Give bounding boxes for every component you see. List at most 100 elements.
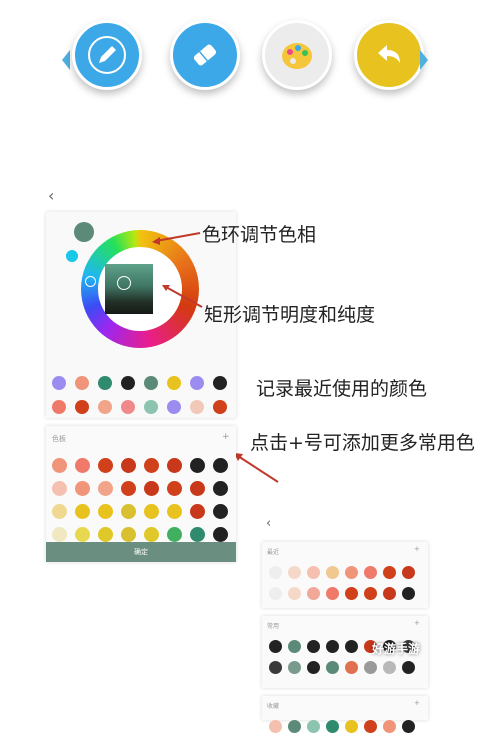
palette-color-swatch[interactable]: [52, 504, 67, 519]
palette-color-swatch[interactable]: [167, 504, 182, 519]
mini-color-swatch[interactable]: [288, 587, 301, 600]
palette-color-swatch[interactable]: [98, 504, 113, 519]
previous-color-swatch[interactable]: [66, 250, 78, 262]
pencil-tool-button[interactable]: [72, 20, 142, 90]
hue-cursor[interactable]: [85, 276, 96, 287]
mini-color-swatch[interactable]: [364, 720, 377, 733]
mini-color-swatch[interactable]: [383, 661, 396, 674]
mini-color-swatch[interactable]: [288, 720, 301, 733]
mini-color-swatch[interactable]: [326, 640, 339, 653]
mini-color-swatch[interactable]: [326, 661, 339, 674]
mini-color-swatch[interactable]: [383, 587, 396, 600]
mini-color-swatch[interactable]: [364, 566, 377, 579]
palette-color-swatch[interactable]: [190, 527, 205, 542]
recent-color-swatch[interactable]: [167, 400, 181, 414]
undo-tool-button[interactable]: [354, 20, 424, 90]
chevron-left-icon[interactable]: ‹: [48, 186, 54, 205]
recent-color-swatch[interactable]: [190, 400, 204, 414]
recent-color-swatch[interactable]: [52, 400, 66, 414]
mini-color-swatch[interactable]: [345, 587, 358, 600]
recent-color-swatch[interactable]: [98, 376, 112, 390]
palette-color-swatch[interactable]: [52, 481, 67, 496]
mini-color-swatch[interactable]: [402, 566, 415, 579]
mini-color-swatch[interactable]: [307, 566, 320, 579]
mini-color-swatch[interactable]: [345, 566, 358, 579]
palette-color-swatch[interactable]: [98, 481, 113, 496]
palette-color-swatch[interactable]: [52, 527, 67, 542]
mini-color-swatch[interactable]: [269, 587, 282, 600]
mini-color-swatch[interactable]: [269, 640, 282, 653]
eraser-tool-button[interactable]: [170, 20, 240, 90]
scroll-right-arrow-icon[interactable]: [420, 50, 428, 70]
add-color-button[interactable]: +: [222, 432, 230, 442]
palette-color-swatch[interactable]: [144, 481, 159, 496]
mini-color-swatch[interactable]: [307, 640, 320, 653]
mini-color-swatch[interactable]: [345, 720, 358, 733]
mini-color-swatch[interactable]: [364, 587, 377, 600]
mini-color-swatch[interactable]: [402, 720, 415, 733]
recent-color-swatch[interactable]: [98, 400, 112, 414]
mini-color-swatch[interactable]: [269, 661, 282, 674]
palette-color-swatch[interactable]: [167, 527, 182, 542]
mini-color-swatch[interactable]: [345, 640, 358, 653]
recent-color-swatch[interactable]: [121, 400, 135, 414]
palette-color-swatch[interactable]: [190, 458, 205, 473]
palette-color-swatch[interactable]: [121, 481, 136, 496]
mini-color-swatch[interactable]: [345, 661, 358, 674]
mini-color-swatch[interactable]: [288, 661, 301, 674]
mini-color-swatch[interactable]: [383, 566, 396, 579]
palette-color-swatch[interactable]: [144, 527, 159, 542]
mini-color-swatch[interactable]: [288, 566, 301, 579]
mini-color-swatch[interactable]: [307, 587, 320, 600]
palette-color-swatch[interactable]: [213, 481, 228, 496]
recent-color-swatch[interactable]: [213, 376, 227, 390]
palette-color-swatch[interactable]: [213, 504, 228, 519]
palette-color-swatch[interactable]: [52, 458, 67, 473]
palette-color-swatch[interactable]: [167, 458, 182, 473]
palette-color-swatch[interactable]: [75, 504, 90, 519]
recent-color-swatch[interactable]: [167, 376, 181, 390]
palette-color-swatch[interactable]: [213, 527, 228, 542]
palette-color-swatch[interactable]: [75, 481, 90, 496]
palette-color-swatch[interactable]: [75, 527, 90, 542]
confirm-button[interactable]: 确定: [46, 542, 236, 562]
chevron-left-icon[interactable]: ‹: [266, 516, 271, 531]
palette-color-swatch[interactable]: [98, 527, 113, 542]
mini-color-swatch[interactable]: [402, 661, 415, 674]
palette-color-swatch[interactable]: [190, 504, 205, 519]
palette-color-swatch[interactable]: [190, 481, 205, 496]
mini-color-swatch[interactable]: [288, 640, 301, 653]
palette-color-swatch[interactable]: [144, 504, 159, 519]
mini-color-swatch[interactable]: [402, 587, 415, 600]
recent-color-swatch[interactable]: [75, 376, 89, 390]
recent-color-swatch[interactable]: [52, 376, 66, 390]
mini-color-swatch[interactable]: [326, 587, 339, 600]
saturation-brightness-rect[interactable]: [105, 264, 153, 314]
palette-color-swatch[interactable]: [98, 458, 113, 473]
palette-color-swatch[interactable]: [121, 527, 136, 542]
palette-tool-button[interactable]: [262, 20, 332, 90]
palette-color-swatch[interactable]: [167, 481, 182, 496]
palette-color-swatch[interactable]: [121, 504, 136, 519]
sv-cursor[interactable]: [117, 276, 131, 290]
recent-color-swatch[interactable]: [190, 376, 204, 390]
mini-color-swatch[interactable]: [364, 661, 377, 674]
palette-color-swatch[interactable]: [121, 458, 136, 473]
scroll-left-arrow-icon[interactable]: [62, 50, 70, 70]
recent-color-swatch[interactable]: [144, 376, 158, 390]
mini-color-swatch[interactable]: [326, 566, 339, 579]
add-color-button[interactable]: +: [414, 699, 420, 707]
mini-color-swatch[interactable]: [269, 720, 282, 733]
recent-color-swatch[interactable]: [121, 376, 135, 390]
palette-color-swatch[interactable]: [213, 458, 228, 473]
recent-color-swatch[interactable]: [144, 400, 158, 414]
mini-color-swatch[interactable]: [383, 720, 396, 733]
palette-color-swatch[interactable]: [75, 458, 90, 473]
mini-color-swatch[interactable]: [269, 566, 282, 579]
recent-color-swatch[interactable]: [75, 400, 89, 414]
add-color-button[interactable]: +: [414, 545, 420, 553]
mini-color-swatch[interactable]: [307, 661, 320, 674]
palette-color-swatch[interactable]: [144, 458, 159, 473]
mini-color-swatch[interactable]: [326, 720, 339, 733]
recent-color-swatch[interactable]: [213, 400, 227, 414]
